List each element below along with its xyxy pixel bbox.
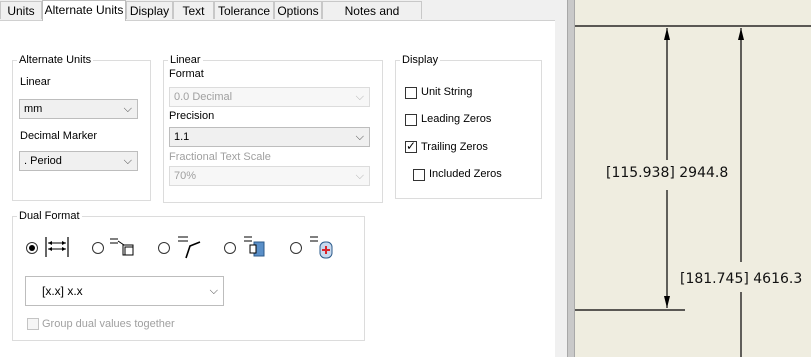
dropdown-value: [x.x] x.x: [42, 284, 83, 298]
decimal-marker-dropdown[interactable]: . Period ⌵: [19, 151, 138, 171]
tab-label: Options: [277, 4, 319, 18]
splitter-bar[interactable]: [567, 0, 575, 357]
dual-stacked-arrows-icon: [45, 237, 69, 257]
dropdown-value: . Period: [24, 155, 62, 167]
dual-format-dropdown[interactable]: [x.x] x.x ⌵: [25, 276, 224, 306]
dual-inline-box-icon: [110, 238, 134, 256]
dual-format-radio-1[interactable]: [26, 242, 38, 254]
dual-flag-block-icon: [244, 236, 265, 257]
dual-format-radio-5[interactable]: [290, 242, 302, 254]
tab-tolerance[interactable]: Tolerance: [214, 1, 274, 19]
dialog-margin: [555, 0, 567, 357]
tab-text[interactable]: Text: [173, 1, 214, 19]
dropdown-value: 70%: [174, 170, 197, 182]
group-title: Alternate Units: [19, 54, 92, 66]
decimal-marker-label: Decimal Marker: [20, 130, 98, 142]
trailing-zeros-label: Trailing Zeros: [421, 141, 488, 153]
tab-label: Text: [182, 4, 205, 18]
tab-options[interactable]: Options: [274, 1, 322, 19]
tab-label: Units: [7, 4, 35, 18]
dual-format-radio-2[interactable]: [92, 242, 104, 254]
group-dual-values-label: Group dual values together: [42, 318, 175, 330]
tab-label: Alternate Units: [44, 3, 124, 17]
precision-label: Precision: [169, 110, 215, 122]
format-dropdown[interactable]: 0.0 Decimal ⌵: [169, 87, 370, 107]
drawing-canvas: [115.938] 2944.8 [181.745] 4616.3: [575, 0, 811, 357]
linear-label: Linear: [20, 76, 51, 88]
included-zeros-checkbox[interactable]: [413, 169, 425, 181]
unit-string-label: Unit String: [421, 86, 473, 98]
radio-selected-dot: [29, 245, 35, 251]
tab-label: Tolerance: [217, 4, 271, 18]
leading-zeros-checkbox[interactable]: [405, 114, 417, 126]
dropdown-value: mm: [24, 103, 43, 115]
leading-zeros-label: Leading Zeros: [421, 113, 492, 125]
tab-bar: Units Alternate Units Display Text Toler…: [0, 0, 555, 36]
dual-format-radio-4[interactable]: [224, 242, 236, 254]
dimension-text-2[interactable]: [181.745] 4616.3: [680, 271, 802, 287]
chevron-down-icon: ⌵: [355, 170, 364, 182]
precision-dropdown[interactable]: 1.1 ⌵: [169, 127, 370, 147]
dropdown-value: 0.0 Decimal: [174, 91, 233, 103]
chevron-down-icon: ⌵: [123, 103, 132, 115]
chevron-down-icon: ⌵: [355, 91, 364, 103]
dimension-text-1[interactable]: [115.938] 2944.8: [606, 165, 728, 181]
dropdown-value: 1.1: [174, 131, 190, 143]
included-zeros-label: Included Zeros: [429, 168, 502, 180]
group-title: Display: [402, 54, 439, 66]
linear-unit-dropdown[interactable]: mm ⌵: [19, 99, 138, 119]
tab-label: Display: [129, 4, 170, 18]
format-label: Format: [169, 68, 204, 80]
group-title: Linear: [170, 54, 201, 66]
fractional-text-scale-dropdown[interactable]: 70% ⌵: [169, 166, 370, 186]
dual-symbol-plus-icon: [310, 236, 333, 259]
chevron-down-icon: ⌵: [355, 131, 364, 143]
fractional-text-scale-label: Fractional Text Scale: [169, 151, 271, 163]
group-title: Dual Format: [19, 210, 80, 222]
tab-notes-and-leaders[interactable]: Notes and Leaders: [322, 1, 422, 36]
group-dual-values-checkbox[interactable]: [27, 318, 39, 330]
chevron-down-icon: ⌵: [209, 285, 218, 297]
tab-units[interactable]: Units: [0, 1, 42, 19]
unit-string-checkbox[interactable]: [405, 87, 417, 99]
alternate-units-panel: Alternate Units Linear mm ⌵ Decimal Mark…: [0, 20, 555, 357]
checkmark-icon: ✓: [406, 139, 417, 153]
chevron-down-icon: ⌵: [123, 155, 132, 167]
tab-display[interactable]: Display: [126, 1, 173, 19]
dual-leader-bent-icon: [178, 236, 201, 259]
tab-alternate-units[interactable]: Alternate Units: [42, 0, 126, 21]
trailing-zeros-checkbox[interactable]: ✓: [405, 139, 417, 153]
dual-format-radio-3[interactable]: [158, 242, 170, 254]
